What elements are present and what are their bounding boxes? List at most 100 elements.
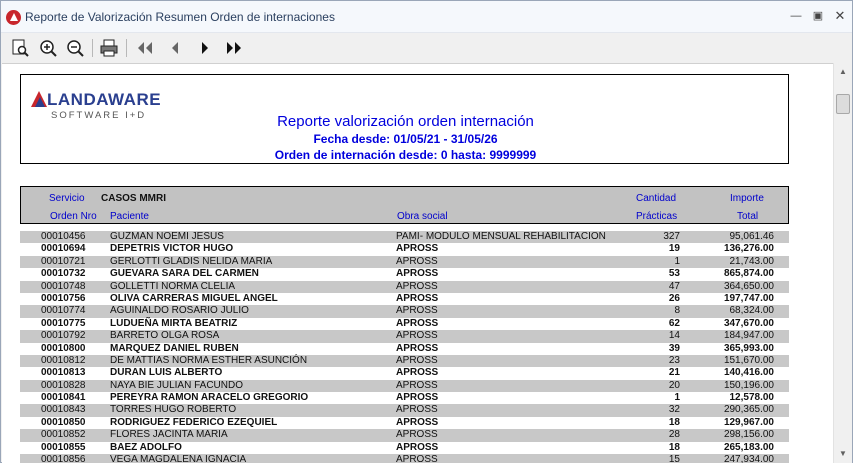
- paciente-cell: NAYA BIE JULIAN FACUNDO: [110, 379, 243, 391]
- table-row: 00010841 PEREYRA RAMON ARACELO GREGORIO AP…: [20, 392, 789, 405]
- table-row: 00010732 GUEVARA SARA DEL CARMEN APROSS 53 8…: [20, 268, 789, 281]
- paciente-cell: GUZMAN NOEMI JESUS: [110, 231, 224, 242]
- report-window: Reporte de Valorización Resumen Orden de…: [0, 0, 853, 463]
- obra-social-cell: APROSS: [396, 268, 439, 280]
- importe-label: Importe: [730, 193, 764, 204]
- table-row: 00010813 DURAN LUIS ALBERTO APROSS 21 140,41…: [20, 367, 789, 380]
- importe-cell: 68,324.00: [729, 305, 775, 317]
- importe-cell: 136,276.00: [723, 243, 774, 255]
- vertical-scrollbar[interactable]: ▲ ▼: [833, 63, 852, 463]
- importe-cell: 247,934.00: [723, 454, 774, 463]
- servicio-label: Servicio: [49, 193, 85, 204]
- obra-social-cell: APROSS: [396, 441, 439, 453]
- table-row: 00010774 AGUINALDO ROSARIO JULIO APROSS 8 68…: [20, 305, 789, 318]
- importe-cell: 265,183.00: [723, 441, 774, 453]
- column-header: Servicio CASOS MMRI Cantidad Importe Ord…: [20, 186, 789, 224]
- obra-social-cell: APROSS: [396, 255, 438, 267]
- table-row: 00010456 GUZMAN NOEMI JESUS PAMI- MODULO M…: [20, 231, 789, 244]
- toolbar: [1, 33, 852, 63]
- importe-cell: 21,743.00: [729, 255, 775, 267]
- table-row: 00010800 MARQUEZ DANIEL RUBEN APROSS 39 365,…: [20, 342, 789, 355]
- toolbar-separator: [126, 39, 127, 57]
- logo-name: LANDAWARE: [47, 90, 162, 109]
- table-row: 00010843 TORRES HUGO ROBERTO APROSS 32 290,3…: [20, 404, 789, 417]
- paciente-cell: BARRETO OLGA ROSA: [110, 330, 220, 342]
- orden-nro-cell: 00010841: [41, 392, 86, 404]
- cantidad-cell: 62: [668, 317, 680, 329]
- obra-social-cell: APROSS: [396, 317, 439, 329]
- close-button[interactable]: ✕: [831, 8, 849, 24]
- importe-cell: 298,156.00: [723, 429, 774, 441]
- zoom-in-icon[interactable]: [37, 37, 59, 59]
- report-viewport[interactable]: LANDAWARE SOFTWARE I+D Reporte valorizac…: [2, 63, 833, 463]
- table-row: 00010852 FLORES JACINTA MARIA APROSS 28 298,…: [20, 429, 789, 442]
- cantidad-cell: 15: [668, 454, 680, 463]
- obra-social-cell: APROSS: [396, 330, 438, 342]
- cantidad-cell: 14: [668, 330, 680, 342]
- obra-social-cell: APROSS: [396, 305, 438, 317]
- orden-nro-cell: 00010732: [41, 268, 86, 280]
- table-row: 00010756 OLIVA CARRERAS MIGUEL ANGEL APROS…: [20, 292, 789, 306]
- obra-social-cell: APROSS: [396, 342, 439, 354]
- next-page-icon[interactable]: [194, 37, 216, 59]
- scroll-up-icon[interactable]: ▲: [834, 63, 852, 80]
- table-row: 00010828 NAYA BIE JULIAN FACUNDO APROSS 20 1…: [20, 379, 789, 393]
- table-row: 00010850 RODRIGUEZ FEDERICO EZEQUIEL APROS…: [20, 416, 789, 430]
- table-row: 00010855 BAEZ ADOLFO APROSS 18 265,183.00: [20, 441, 789, 455]
- scroll-down-icon[interactable]: ▼: [834, 445, 852, 462]
- cantidad-cell: 8: [674, 305, 680, 317]
- orden-nro-cell: 00010456: [41, 231, 86, 242]
- importe-cell: 290,365.00: [723, 404, 774, 416]
- minimize-button[interactable]: —: [787, 8, 805, 24]
- obra-social-cell: PAMI- MODULO MENSUAL REHABILITACION: [396, 231, 606, 242]
- importe-cell: 347,670.00: [723, 317, 774, 329]
- importe-cell: 364,650.00: [723, 280, 774, 292]
- first-page-icon[interactable]: [134, 37, 156, 59]
- paciente-cell: AGUINALDO ROSARIO JULIO: [110, 305, 249, 317]
- cantidad-cell: 19: [668, 243, 680, 255]
- cantidad-cell: 21: [668, 367, 680, 379]
- cantidad-cell: 327: [663, 231, 680, 242]
- obra-social-cell: APROSS: [396, 454, 438, 463]
- importe-cell: 12,578.00: [729, 392, 775, 404]
- prev-page-icon[interactable]: [164, 37, 186, 59]
- importe-cell: 150,196.00: [723, 379, 774, 391]
- cantidad-label: Cantidad: [636, 193, 677, 204]
- page-preview-icon[interactable]: [9, 37, 31, 59]
- importe-cell: 129,967.00: [723, 416, 774, 428]
- table-row: 00010748 GOLLETTI NORMA CLELIA APROSS 47 364…: [20, 280, 789, 293]
- paciente-cell: DE MATTIAS NORMA ESTHER ASUNCIÓN: [110, 354, 308, 366]
- paciente-cell: VEGA MAGDALENA IGNACIA: [110, 454, 247, 463]
- obra-social-cell: APROSS: [396, 280, 438, 292]
- report-rows: 00010456 GUZMAN NOEMI JESUS PAMI- MODULO M…: [20, 231, 789, 463]
- orden-nro-cell: 00010774: [41, 305, 86, 317]
- paciente-label: Paciente: [110, 211, 149, 222]
- zoom-out-icon[interactable]: [64, 37, 86, 59]
- paciente-cell: GOLLETTI NORMA CLELIA: [110, 280, 236, 292]
- paciente-cell: GUEVARA SARA DEL CARMEN: [110, 268, 259, 280]
- orden-nro-cell: 00010856: [41, 454, 86, 463]
- cantidad-cell: 26: [668, 292, 680, 304]
- orden-nro-cell: 00010850: [41, 416, 86, 428]
- cantidad-cell: 47: [668, 280, 680, 292]
- title-bar[interactable]: Reporte de Valorización Resumen Orden de…: [1, 1, 852, 33]
- paciente-cell: DEPETRIS VICTOR HUGO: [110, 243, 234, 255]
- report-date-range: Fecha desde: 01/05/21 - 31/05/26: [313, 132, 498, 146]
- report-order-range: Orden de internación desde: 0 hasta: 999…: [274, 148, 537, 162]
- printer-icon[interactable]: [98, 37, 120, 59]
- cantidad-cell: 1: [674, 255, 680, 267]
- orden-nro-cell: 00010792: [41, 330, 86, 342]
- maximize-button[interactable]: ▣: [809, 8, 827, 24]
- importe-cell: 140,416.00: [723, 367, 774, 379]
- report-header: LANDAWARE SOFTWARE I+D Reporte valorizac…: [20, 74, 789, 164]
- scroll-thumb[interactable]: [836, 94, 850, 114]
- servicio-value: CASOS MMRI: [101, 193, 166, 204]
- table-row: 00010812 DE MATTIAS NORMA ESTHER ASUNCIÓN…: [20, 354, 789, 368]
- cantidad-cell: 23: [668, 354, 680, 366]
- table-row: 00010792 BARRETO OLGA ROSA APROSS 14 184,947…: [20, 330, 789, 343]
- cantidad-cell: 18: [668, 441, 680, 453]
- obra-social-cell: APROSS: [396, 392, 439, 404]
- toolbar-separator: [92, 39, 93, 57]
- paciente-cell: LUDUEÑA MIRTA BEATRIZ: [110, 317, 238, 329]
- last-page-icon[interactable]: [223, 37, 245, 59]
